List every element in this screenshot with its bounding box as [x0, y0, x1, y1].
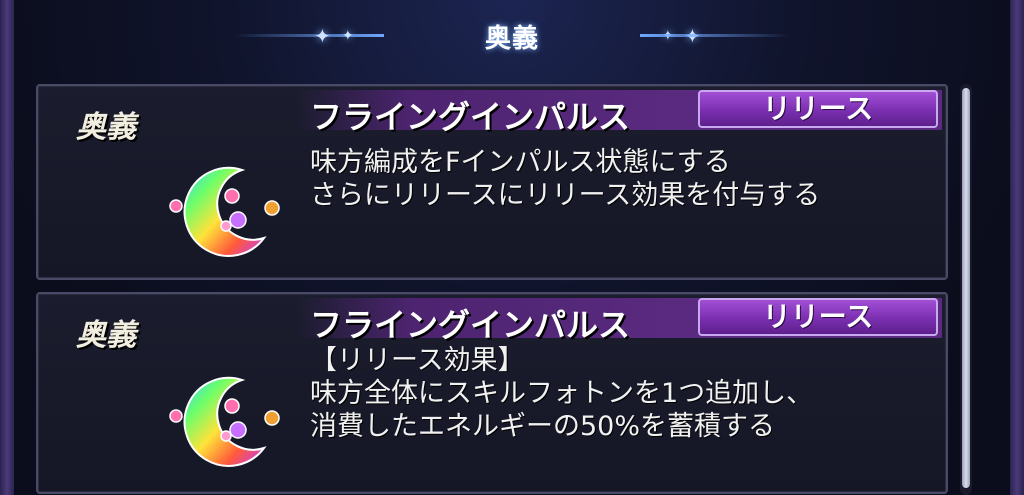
description-line: 味方全体にスキルフォトンを1つ追加し、 — [310, 378, 814, 409]
scrollbar-thumb[interactable] — [962, 88, 970, 488]
game-screen: ✦ ✦ 奥義 ✦ ✦ 奥義 フライングインパルス リリース — [0, 0, 1024, 495]
sparkle-icon: ✦ — [314, 24, 331, 48]
skill-panel: 奥義 フライングインパルス リリース — [36, 292, 948, 494]
sparkle-icon: ✦ — [342, 28, 354, 44]
header-decoration-right — [640, 34, 790, 37]
description-line: 【リリース効果】 — [310, 345, 525, 376]
header: ✦ ✦ 奥義 ✦ ✦ — [14, 0, 1010, 72]
description-line: 消費したエネルギーの50%を蓄積する — [310, 411, 776, 442]
skill-panel: 奥義 フライングインパルス リリース — [36, 84, 948, 280]
page-title: 奥義 — [484, 23, 539, 54]
description-line: 味方編成をFインパルス状態にする — [310, 147, 731, 178]
rainbow-crescent-moon-icon — [164, 370, 282, 470]
description-line: さらにリリースにリリース効果を付与する — [310, 180, 821, 211]
rainbow-crescent-moon-icon — [164, 160, 282, 260]
release-button[interactable]: リリース — [698, 298, 938, 336]
release-button[interactable]: リリース — [698, 90, 938, 128]
skill-description: 味方編成をFインパルス状態にする さらにリリースにリリース効果を付与する — [310, 146, 820, 212]
header-decoration-left — [234, 34, 384, 37]
frame-border-right — [1010, 0, 1024, 495]
skill-name: フライングインパルス — [310, 98, 631, 136]
skill-description: 【リリース効果】 味方全体にスキルフォトンを1つ追加し、 消費したエネルギーの5… — [310, 344, 813, 443]
panel-label: 奥義 — [76, 110, 136, 145]
skill-name: フライングインパルス — [310, 306, 631, 344]
panel-label: 奥義 — [76, 318, 136, 353]
frame-border-left — [0, 0, 14, 495]
